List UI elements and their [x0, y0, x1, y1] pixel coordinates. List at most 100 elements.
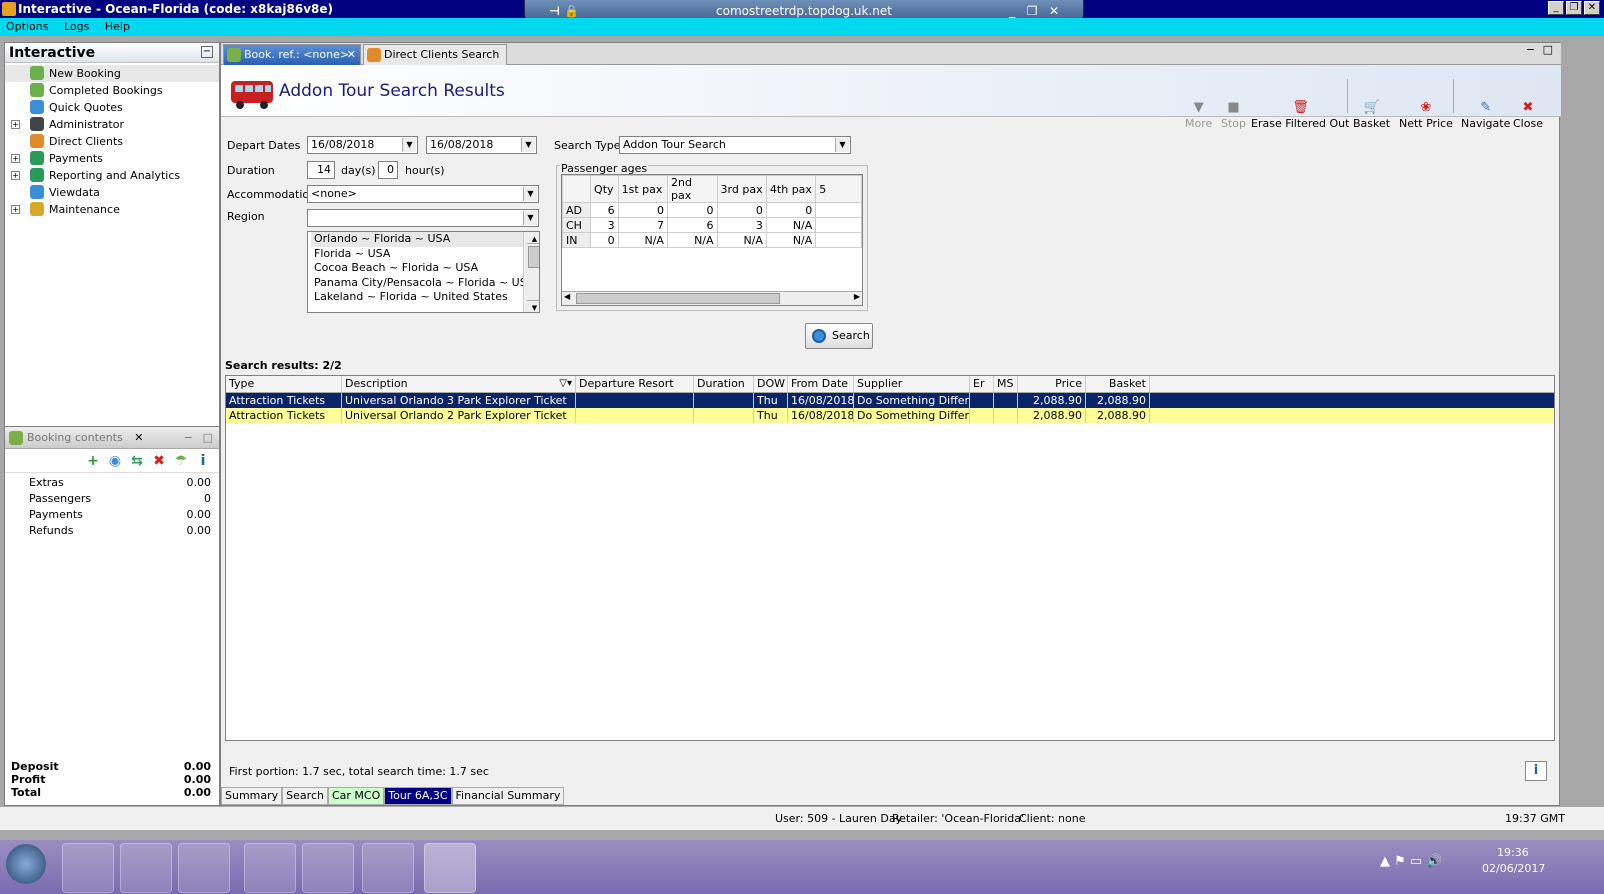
region-list-item[interactable]: Panama City/Pensacola ~ Florida ~ USA [311, 276, 534, 291]
column-header-basket[interactable]: Basket [1086, 376, 1150, 392]
toolbar-more-button[interactable]: ▼ More [1185, 101, 1212, 131]
pax-cell[interactable]: 3 [716, 217, 767, 233]
pax-cell[interactable]: N/A [617, 232, 668, 248]
refresh-icon[interactable]: ◉ [107, 453, 123, 469]
sidebar-item-viewdata[interactable]: Viewdata [5, 184, 219, 201]
chrome-icon[interactable] [178, 843, 230, 893]
column-header-price[interactable]: Price [1018, 376, 1086, 392]
toolbar-stop-button[interactable]: ■ Stop [1221, 101, 1246, 131]
search-type-select[interactable]: Addon Tour Search ▼ [619, 136, 851, 154]
scroll-left-icon[interactable]: ◀ [564, 292, 570, 301]
column-header-ms[interactable]: MS [994, 376, 1018, 392]
table-row[interactable]: Attraction Tickets Universal Orlando 3 Pa… [226, 393, 1554, 408]
expand-icon[interactable]: + [11, 120, 20, 129]
sidebar-item-new-booking[interactable]: New Booking [5, 65, 219, 82]
region-list-scrollbar[interactable]: ▲ ▼ [523, 232, 539, 312]
internet-explorer-icon[interactable] [120, 843, 172, 893]
column-header-departure-resort[interactable]: Departure Resort [576, 376, 694, 392]
collapse-icon[interactable]: − [201, 46, 213, 58]
scroll-up-icon[interactable]: ▲ [527, 232, 539, 244]
pax-cell[interactable]: 0 [716, 202, 767, 218]
toolbar-erase-filtered-out-button[interactable]: 🗑 Erase Filtered Out [1251, 101, 1349, 131]
minimize-button[interactable]: _ [1548, 1, 1564, 15]
filter-icon[interactable]: ▽▾ [559, 376, 572, 392]
interactive-app-icon[interactable] [424, 843, 476, 893]
region-select[interactable]: ▼ [307, 209, 539, 227]
duration-hours-input[interactable]: 0 [378, 161, 398, 179]
pax-cell[interactable]: N/A [765, 217, 817, 233]
menu-options[interactable]: Options [6, 20, 48, 33]
pax-cell[interactable]: 3 [590, 217, 619, 233]
pax-cell[interactable]: 7 [617, 217, 668, 233]
menu-logs[interactable]: Logs [64, 20, 89, 33]
minimize-content-icon[interactable]: − [1526, 43, 1535, 56]
toolbar-nett-price-button[interactable]: ❀ Nett Price [1399, 101, 1453, 131]
chevron-down-icon[interactable]: ▼ [521, 138, 535, 152]
scroll-down-icon[interactable]: ▼ [527, 300, 539, 312]
region-list-item[interactable]: Cocoa Beach ~ Florida ~ USA [311, 261, 526, 276]
minimize-panel-icon[interactable]: − [184, 427, 193, 449]
pax-cell[interactable]: 0 [617, 202, 668, 218]
column-header-er[interactable]: Er [970, 376, 994, 392]
scroll-right-icon[interactable]: ▶ [854, 292, 860, 301]
chevron-down-icon[interactable]: ▼ [835, 138, 849, 152]
pax-cell[interactable] [815, 202, 862, 218]
outlook-icon[interactable] [244, 843, 296, 893]
remote-desktop-icon[interactable] [362, 843, 414, 893]
scroll-thumb[interactable] [528, 246, 539, 268]
bottom-tab-search[interactable]: Search [282, 787, 328, 805]
table-row[interactable]: Attraction Tickets Universal Orlando 2 Pa… [226, 408, 1554, 423]
tab-direct-clients-search[interactable]: Direct Clients Search [363, 44, 507, 65]
bottom-tab-financial-summary[interactable]: Financial Summary [451, 787, 565, 805]
menu-help[interactable]: Help [105, 20, 130, 33]
expand-icon[interactable]: + [11, 205, 20, 214]
pax-cell[interactable] [815, 217, 862, 233]
expand-icon[interactable]: + [11, 171, 20, 180]
toolbar-navigate-button[interactable]: ✎ Navigate [1461, 101, 1510, 131]
toolbar-basket-button[interactable]: 🛒 Basket [1353, 101, 1390, 131]
sidebar-item-payments[interactable]: + Payments [5, 150, 219, 167]
maximize-content-icon[interactable]: □ [1543, 43, 1553, 56]
scroll-thumb[interactable] [576, 293, 780, 304]
depart-to-field[interactable]: 16/08/2018 ▼ [426, 136, 537, 154]
depart-from-field[interactable]: 16/08/2018 ▼ [307, 136, 418, 154]
pax-cell[interactable]: N/A [765, 232, 817, 248]
pax-cell[interactable]: AD [562, 202, 592, 218]
restore-button[interactable]: ❐ [1566, 1, 1582, 15]
add-icon[interactable]: + [85, 453, 101, 469]
pax-cell[interactable]: 6 [666, 217, 718, 233]
region-list[interactable]: Orlando ~ Florida ~ USA Florida ~ USA Coco… [307, 231, 540, 313]
column-header-duration[interactable]: Duration [694, 376, 754, 392]
region-list-item[interactable]: Lakeland ~ Florida ~ United States [311, 290, 526, 305]
maximize-panel-icon[interactable]: □ [203, 427, 213, 449]
sidebar-item-reporting-and-analytics[interactable]: + Reporting and Analytics [5, 167, 219, 184]
column-header-from-date[interactable]: From Date [788, 376, 854, 392]
close-window-button[interactable]: ✕ [1584, 1, 1600, 15]
column-header-type[interactable]: Type [226, 376, 342, 392]
toolbar-close-button[interactable]: ✖ Close [1513, 101, 1543, 131]
pax-cell[interactable] [815, 232, 862, 248]
duration-days-input[interactable]: 14 [307, 161, 335, 179]
expand-icon[interactable]: + [11, 154, 20, 163]
tab-booking-ref[interactable]: Book. ref.: <none> ✕ [223, 44, 361, 65]
sidebar-item-maintenance[interactable]: + Maintenance [5, 201, 219, 218]
pax-cell[interactable]: 6 [590, 202, 619, 218]
chevron-down-icon[interactable]: ▼ [523, 211, 537, 225]
passenger-ages-grid[interactable]: Qty 1st pax 2nd pax 3rd pax 4th pax 5 AD 6 0 0 0 0 C… [561, 174, 863, 306]
app-g-icon[interactable] [302, 843, 354, 893]
search-button[interactable]: Search [805, 323, 873, 349]
bottom-tab-tour-6a-3c[interactable]: Tour 6A,3C [384, 787, 452, 805]
sidebar-item-administrator[interactable]: + Administrator [5, 116, 219, 133]
sidebar-item-completed-bookings[interactable]: Completed Bookings [5, 82, 219, 99]
pax-cell[interactable]: 0 [765, 202, 817, 218]
palm-tree-icon[interactable]: ☂ [173, 453, 189, 469]
bottom-tab-summary[interactable]: Summary [221, 787, 283, 805]
pax-cell[interactable]: N/A [716, 232, 767, 248]
pax-cell[interactable]: 0 [666, 202, 718, 218]
start-button[interactable] [6, 844, 46, 884]
file-explorer-icon[interactable] [62, 843, 114, 893]
delete-icon[interactable]: ✖ [151, 453, 167, 469]
chevron-down-icon[interactable]: ▼ [402, 138, 416, 152]
region-list-item[interactable]: Orlando ~ Florida ~ USA [311, 232, 526, 247]
info-icon[interactable]: i [195, 453, 211, 469]
